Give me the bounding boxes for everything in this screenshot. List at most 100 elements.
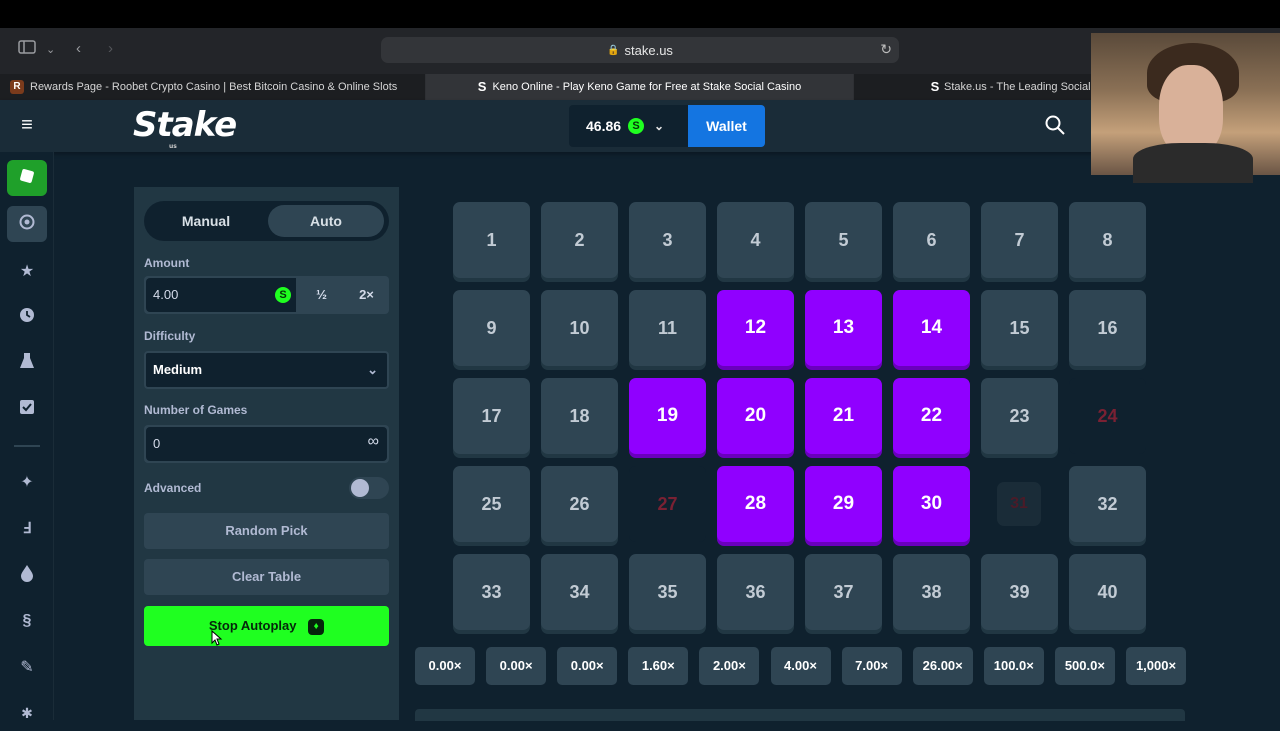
balance-selector[interactable]: 46.86 S ⌄ — [569, 105, 689, 147]
stop-autoplay-button[interactable]: Stop Autoplay ♦ — [144, 606, 389, 646]
payout-multiplier: 500.0× — [1054, 647, 1115, 685]
keno-tile-16[interactable]: 16 — [1069, 290, 1146, 366]
back-icon[interactable]: ‹ — [76, 40, 81, 57]
sidebar-item-exclusives[interactable]: Ⅎ — [7, 510, 47, 546]
tab-auto[interactable]: Auto — [268, 205, 384, 237]
address-bar[interactable]: 🔒 stake.us ↻ — [381, 37, 899, 63]
sidebar-item-new-releases[interactable]: ✱ — [7, 695, 47, 731]
keno-tile-25[interactable]: 25 — [453, 466, 530, 542]
keno-tile-17[interactable]: 17 — [453, 378, 530, 454]
sidebar-item-bets[interactable] — [7, 391, 47, 427]
keno-tile-28[interactable]: 28 — [717, 466, 794, 542]
stake-logo[interactable]: Stake us — [133, 105, 237, 150]
keno-tile-38[interactable]: 38 — [893, 554, 970, 630]
mouse-cursor-icon — [211, 629, 223, 646]
half-button[interactable]: ½ — [299, 276, 344, 314]
keno-tile-1[interactable]: 1 — [453, 202, 530, 278]
keno-tile-18[interactable]: 18 — [541, 378, 618, 454]
sidebar-item-live-casino[interactable]: § — [7, 603, 47, 639]
keno-tile-6[interactable]: 6 — [893, 202, 970, 278]
keno-tile-13[interactable]: 13 — [805, 290, 882, 366]
keno-tile-7[interactable]: 7 — [981, 202, 1058, 278]
chevron-down-icon: ⌄ — [654, 119, 665, 133]
keno-tile-9[interactable]: 9 — [453, 290, 530, 366]
random-pick-button[interactable]: Random Pick — [144, 513, 389, 549]
keno-tile-39[interactable]: 39 — [981, 554, 1058, 630]
keno-tile-14[interactable]: 14 — [893, 290, 970, 366]
keno-tile-11[interactable]: 11 — [629, 290, 706, 366]
keno-tile-5[interactable]: 5 — [805, 202, 882, 278]
clock-icon — [18, 306, 36, 329]
keno-tile-35[interactable]: 35 — [629, 554, 706, 630]
sidebar-item-casino[interactable] — [7, 160, 47, 196]
keno-tile-4[interactable]: 4 — [717, 202, 794, 278]
keno-tile-12[interactable]: 12 — [717, 290, 794, 366]
sidebar-item-slots[interactable] — [7, 557, 47, 593]
search-icon[interactable] — [1044, 114, 1068, 138]
keno-tile-8[interactable]: 8 — [1069, 202, 1146, 278]
tab-roobet[interactable]: R Rewards Page - Roobet Crypto Casino | … — [0, 74, 426, 100]
drop-icon — [20, 564, 34, 587]
roobet-favicon-icon: R — [10, 80, 24, 94]
keno-tile-24[interactable]: 24 — [1069, 378, 1146, 454]
keno-tile-40[interactable]: 40 — [1069, 554, 1146, 630]
keno-tile-22[interactable]: 22 — [893, 378, 970, 454]
keno-tile-30[interactable]: 30 — [893, 466, 970, 542]
check-square-icon — [19, 399, 35, 420]
keno-tile-26[interactable]: 26 — [541, 466, 618, 542]
keno-tile-32[interactable]: 32 — [1069, 466, 1146, 542]
flask-icon — [19, 352, 35, 375]
tab-label: Keno Online - Play Keno Game for Free at… — [492, 81, 802, 93]
keno-tile-3[interactable]: 3 — [629, 202, 706, 278]
keno-tile-36[interactable]: 36 — [717, 554, 794, 630]
url-text: stake.us — [624, 42, 673, 58]
keno-tile-2[interactable]: 2 — [541, 202, 618, 278]
sidebar-item-favourites[interactable]: ★ — [7, 253, 47, 289]
games-input[interactable]: 0 — [146, 427, 387, 461]
difficulty-select[interactable]: Medium ⌄ — [144, 351, 389, 389]
keno-tile-23[interactable]: 23 — [981, 378, 1058, 454]
sidebar-item-game-shows[interactable]: ✎ — [7, 649, 47, 685]
tab-manual[interactable]: Manual — [148, 205, 264, 237]
wallet-button[interactable]: Wallet — [688, 105, 765, 147]
stake-favicon-icon: S — [477, 79, 487, 94]
sidebar-item-challenges[interactable] — [7, 345, 47, 381]
hamburger-menu-icon[interactable]: ≡ — [16, 115, 38, 137]
site-header: ≡ Stake us 46.86 S ⌄ Wallet — [0, 100, 1280, 152]
sidebar-toggle-icon[interactable] — [18, 40, 36, 58]
os-top-bar — [0, 0, 1280, 28]
sidebar-item-sports[interactable] — [7, 206, 47, 242]
shield-icon: § — [22, 612, 32, 629]
lock-icon: 🔒 — [607, 44, 620, 56]
sweep-coin-icon: S — [275, 287, 291, 303]
reload-icon[interactable]: ↻ — [880, 41, 892, 58]
keno-tile-31[interactable]: 31 — [997, 482, 1041, 526]
keno-tile-10[interactable]: 10 — [541, 290, 618, 366]
keno-tile-33[interactable]: 33 — [453, 554, 530, 630]
clear-table-button[interactable]: Clear Table — [144, 559, 389, 595]
keno-tile-20[interactable]: 20 — [717, 378, 794, 454]
sidebar-item-recent[interactable] — [7, 299, 47, 335]
advanced-toggle[interactable] — [349, 477, 389, 499]
chevron-down-icon[interactable]: ⌄ — [46, 43, 55, 56]
games-field: 0 ∞ — [144, 425, 389, 463]
tab-keno[interactable]: S Keno Online - Play Keno Game for Free … — [426, 74, 854, 100]
amount-input[interactable]: 4.00 — [146, 278, 296, 312]
bet-control-panel: Manual Auto Amount 4.00 S ½ 2× Difficult… — [134, 187, 399, 720]
keno-tile-27[interactable]: 27 — [629, 466, 706, 542]
amount-label: Amount — [144, 256, 190, 270]
forward-icon[interactable]: › — [108, 40, 113, 57]
star-small-icon: ✱ — [21, 704, 33, 721]
left-sidebar: ★ ✦ Ⅎ § ✎ ✱ — [0, 152, 54, 721]
lightning-icon: Ⅎ — [22, 520, 32, 537]
keno-tile-37[interactable]: 37 — [805, 554, 882, 630]
difficulty-label: Difficulty — [144, 329, 196, 343]
keno-board-area: 1 2 3 4 5 6 7 8 9 10 11 12 13 14 15 16 17 18 19 20 21 22 23 24 2… — [399, 187, 1200, 721]
double-button[interactable]: 2× — [344, 276, 389, 314]
keno-tile-15[interactable]: 15 — [981, 290, 1058, 366]
keno-tile-34[interactable]: 34 — [541, 554, 618, 630]
keno-tile-21[interactable]: 21 — [805, 378, 882, 454]
keno-tile-19[interactable]: 19 — [629, 378, 706, 454]
sidebar-item-originals[interactable]: ✦ — [7, 464, 47, 500]
keno-tile-29[interactable]: 29 — [805, 466, 882, 542]
